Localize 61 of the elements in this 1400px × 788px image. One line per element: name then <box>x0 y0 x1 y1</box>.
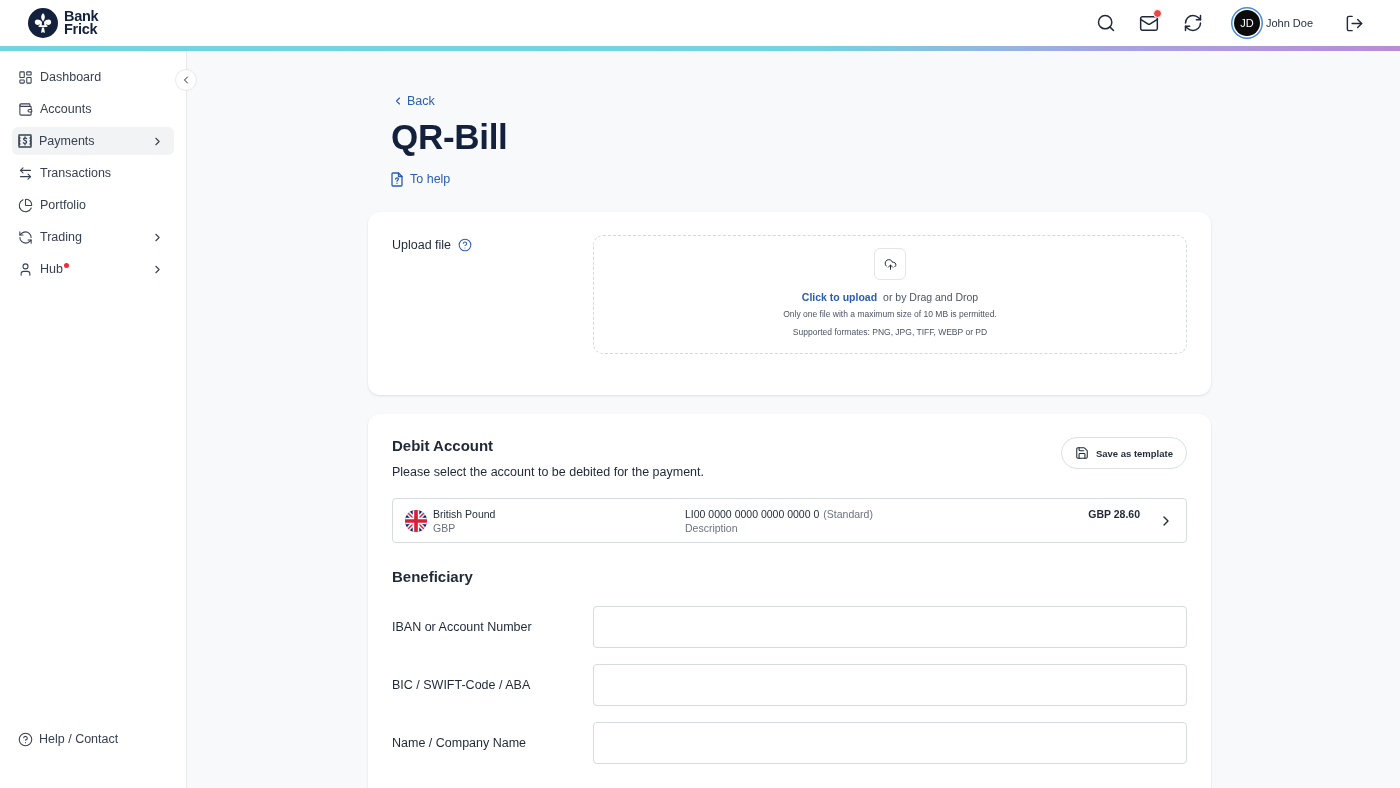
flag-icon <box>405 509 427 532</box>
help-link[interactable]: To help <box>391 170 451 188</box>
back-link[interactable]: Back <box>392 92 435 110</box>
section-title: Beneficiary <box>392 567 474 587</box>
dollar-receipt-icon <box>18 134 32 148</box>
section-description: Please select the account to be debited for the payment. <box>392 464 704 481</box>
text-input[interactable] <box>593 664 1187 706</box>
dashboard-grid-icon <box>18 69 33 85</box>
user-name: John Doe <box>1265 17 1313 29</box>
logout-button[interactable] <box>1344 13 1364 33</box>
pie-chart-icon <box>18 197 33 213</box>
refresh-button[interactable] <box>1182 13 1203 33</box>
account-balance: GBP 28.60 <box>1088 508 1140 520</box>
circular-arrows-icon <box>18 229 33 245</box>
text-input[interactable] <box>593 722 1187 764</box>
field-label: IBAN or Account Number <box>392 620 532 634</box>
help-contact-link[interactable]: Help / Contact <box>12 725 125 753</box>
logo-text: Frick <box>64 23 99 37</box>
file-formats-note: Supported formates: PNG, JPG, TIFF, WEBP or PD <box>792 326 988 338</box>
refresh-icon <box>1182 13 1203 33</box>
drag-drop-text: or by Drag and Drop <box>883 291 979 303</box>
field-label: Name / Company Name <box>392 736 527 750</box>
sidebar-item[interactable]: Trading <box>12 223 174 251</box>
currency-code: GBP <box>433 521 456 534</box>
sidebar-item[interactable]: Accounts <box>12 95 174 123</box>
logout-icon <box>1344 13 1364 33</box>
file-drop-zone[interactable]: Click to upload or by Drag and Drop Only one file with a maximum size of 10 MB is permitted. Supported formates: PNG, JPG, TIFF, WEBP or PD <box>593 235 1187 354</box>
arrows-left-right-icon <box>18 165 33 181</box>
search-button[interactable] <box>1095 13 1116 33</box>
save-template-button[interactable]: Save as template <box>1060 437 1187 469</box>
user-avatar: JD <box>1233 10 1260 36</box>
file-limit-note: Only one file with a maximum size of 10 MB is permitted. <box>783 308 997 320</box>
sidebar-item[interactable]: Dashboard <box>12 63 174 91</box>
page-title: QR-Bill <box>391 117 508 157</box>
search-icon <box>1095 13 1116 33</box>
sidebar-item[interactable]: Hub <box>12 255 174 283</box>
currency-name: British Pound <box>433 507 496 520</box>
user-icon <box>18 261 33 277</box>
user-menu-button[interactable]: JD John Doe <box>1233 10 1313 36</box>
click-to-upload-link[interactable]: Click to upload <box>801 291 878 303</box>
upload-button[interactable] <box>874 248 906 280</box>
logo-text: Bank <box>64 9 99 23</box>
account-number: LI00 0000 0000 0000 0000 0 <box>685 507 820 520</box>
text-input[interactable] <box>593 606 1187 648</box>
wallet-icon <box>18 101 33 117</box>
help-icon[interactable] <box>458 238 473 252</box>
logo-icon <box>28 8 58 38</box>
section-title: Debit Account <box>392 436 494 456</box>
file-help-icon <box>391 171 403 187</box>
collapse-sidebar-button[interactable] <box>175 69 197 91</box>
save-icon <box>1074 446 1089 460</box>
sidebar-item[interactable]: Portfolio <box>12 191 174 219</box>
help-icon <box>18 731 33 747</box>
sidebar-item[interactable]: Payments <box>12 127 174 155</box>
account-selector[interactable]: British Pound GBP LI00 0000 0000 0000 0000 0 (Standard) Description GBP 28.60 <box>392 498 1187 543</box>
field-label: BIC / SWIFT-Code / ABA <box>392 678 531 692</box>
field-label: Upload file <box>392 238 452 252</box>
account-type: (Standard) <box>823 507 873 520</box>
account-description: Description <box>685 521 738 534</box>
cloud-upload-icon <box>883 257 897 271</box>
sidebar-item[interactable]: Transactions <box>12 159 174 187</box>
